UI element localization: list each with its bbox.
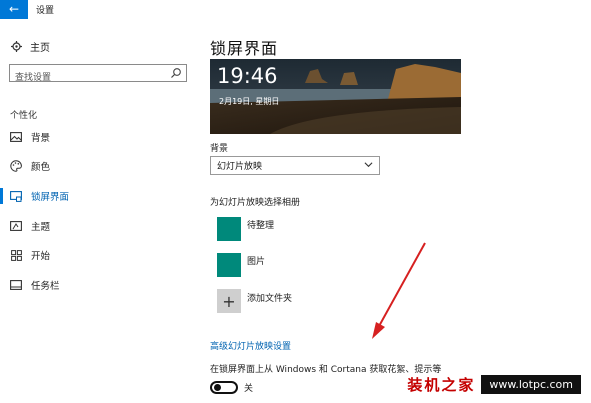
window-title: 设置 bbox=[36, 6, 55, 16]
start-grid-icon bbox=[10, 249, 22, 261]
toggle-knob bbox=[214, 384, 221, 391]
sidebar-item-themes[interactable]: 主题 bbox=[0, 214, 196, 238]
sidebar-item-lock-screen[interactable]: 锁屏界面 bbox=[0, 184, 196, 208]
tips-toggle[interactable] bbox=[210, 381, 238, 394]
section-label-personalization: 个性化 bbox=[10, 111, 38, 121]
add-folder-button[interactable]: + bbox=[217, 289, 241, 313]
sidebar-item-label: 锁屏界面 bbox=[31, 192, 70, 203]
sidebar-item-background[interactable]: 背景 bbox=[0, 125, 196, 149]
page-title: 锁屏界面 bbox=[210, 39, 279, 58]
toggle-state-label: 关 bbox=[244, 384, 254, 394]
back-button[interactable]: ← bbox=[0, 0, 28, 19]
gear-icon bbox=[10, 41, 22, 53]
preview-time: 19:46 bbox=[217, 64, 278, 88]
palette-icon bbox=[10, 160, 22, 172]
sidebar-item-color[interactable]: 颜色 bbox=[0, 154, 196, 178]
watermark-url: www.lotpc.com bbox=[481, 374, 581, 394]
sidebar-item-label: 主题 bbox=[31, 222, 51, 233]
home-label: 主页 bbox=[30, 43, 50, 54]
album-label[interactable]: 待整理 bbox=[247, 218, 274, 231]
plus-icon: + bbox=[222, 291, 236, 311]
sidebar-item-label: 背景 bbox=[31, 133, 51, 144]
sidebar-item-start[interactable]: 开始 bbox=[0, 243, 196, 267]
sidebar-item-label: 开始 bbox=[31, 251, 51, 262]
album-label[interactable]: 图片 bbox=[247, 254, 265, 267]
main-panel: 锁屏界面 19:46 2月19日, 星期日 背景 幻灯片放映 为幻灯片放映选择相… bbox=[196, 19, 591, 403]
arrow-left-icon: ← bbox=[8, 2, 20, 16]
sidebar: 主页 个性化 背景 颜色 锁屏界面 主题 开始 bbox=[0, 19, 196, 403]
album-tile[interactable] bbox=[217, 217, 241, 241]
image-icon bbox=[10, 131, 22, 143]
album-tile[interactable] bbox=[217, 253, 241, 277]
lock-screen-icon bbox=[10, 190, 22, 202]
sidebar-item-label: 颜色 bbox=[31, 162, 51, 173]
preview-date: 2月19日, 星期日 bbox=[219, 97, 280, 106]
sidebar-item-label: 任务栏 bbox=[31, 281, 60, 292]
add-folder-label[interactable]: 添加文件夹 bbox=[247, 291, 292, 304]
album-section-label: 为幻灯片放映选择相册 bbox=[210, 198, 301, 208]
taskbar-icon bbox=[10, 279, 22, 291]
theme-icon bbox=[10, 220, 22, 232]
search-input[interactable] bbox=[10, 70, 165, 86]
dropdown-value: 幻灯片放映 bbox=[217, 162, 263, 172]
advanced-slideshow-link[interactable]: 高级幻灯片放映设置 bbox=[210, 339, 291, 352]
watermark-text: 装机之家 bbox=[407, 375, 476, 394]
home-nav-item[interactable]: 主页 bbox=[10, 39, 50, 54]
background-dropdown[interactable]: 幻灯片放映 bbox=[210, 156, 380, 175]
search-box[interactable] bbox=[9, 64, 187, 86]
lock-screen-preview: 19:46 2月19日, 星期日 bbox=[210, 59, 461, 134]
search-icon[interactable] bbox=[170, 67, 182, 79]
background-label: 背景 bbox=[210, 144, 229, 154]
watermark: 装机之家 www.lotpc.com bbox=[407, 373, 581, 395]
title-bar: ← 设置 bbox=[0, 0, 591, 19]
sidebar-item-taskbar[interactable]: 任务栏 bbox=[0, 273, 196, 297]
chevron-down-icon bbox=[364, 162, 373, 168]
